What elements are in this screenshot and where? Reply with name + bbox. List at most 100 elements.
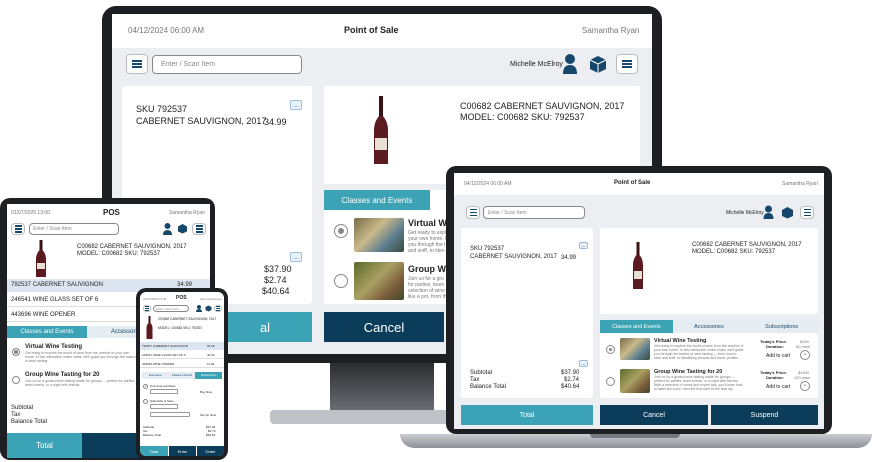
line-item[interactable]: 443696 WINE OPENER 11.99 <box>140 360 224 368</box>
total-button[interactable]: Total <box>461 405 593 425</box>
datetime: 01/07/2025 13:00 <box>11 210 50 216</box>
line-item[interactable]: 246541 WINE GLASS SET OF 6 44.99 <box>140 351 224 359</box>
menu-icon[interactable] <box>126 54 148 74</box>
product-tabs: Classes and Events Accessories Subscript… <box>600 320 819 333</box>
product-title: C00682 CABERNET SAUVIGNON, 2017 <box>692 242 802 248</box>
one-time-select[interactable] <box>150 389 178 394</box>
cancel-button[interactable]: Cancel <box>600 405 708 425</box>
cancel-button[interactable]: Cancel <box>324 312 444 342</box>
package-icon[interactable] <box>588 54 608 74</box>
product-tabs: Extensions Classes & Events Subscription… <box>142 372 223 379</box>
totals-more-button[interactable]: ... <box>579 360 588 367</box>
event2-radio[interactable] <box>606 377 615 386</box>
event1-radio[interactable] <box>334 224 348 238</box>
customer-icon[interactable] <box>763 205 774 220</box>
line-item-price: 11.99 <box>207 362 215 366</box>
item-more-button[interactable]: ... <box>290 100 302 110</box>
tab-extensions[interactable]: Extensions <box>142 372 169 379</box>
subscribe-select[interactable] <box>150 404 178 409</box>
event1-cart-arrow-icon[interactable]: › <box>800 350 810 360</box>
order-button[interactable]: Order <box>196 446 224 456</box>
event1-duration: 60 mins <box>796 344 811 349</box>
event2-add-to-cart[interactable]: Add to cart <box>766 384 790 390</box>
event1-radio[interactable] <box>606 345 615 354</box>
tab-subscriptions[interactable]: Subscriptions <box>745 320 819 333</box>
event2-title: Group Wine Tasting for 20 <box>25 372 100 378</box>
subscribe-select-2[interactable] <box>150 412 190 417</box>
customer-icon[interactable] <box>196 305 202 312</box>
balance-label: Balance Total <box>470 384 506 390</box>
package-icon[interactable] <box>205 305 212 312</box>
menu-icon[interactable] <box>11 223 25 235</box>
event2-desc: Join us for a guided wine tasting made f… <box>25 379 136 387</box>
tax-value: $2.74 <box>564 377 580 383</box>
line-item-price: 34.99 <box>207 344 215 348</box>
event1-image <box>620 338 650 360</box>
event2-radio[interactable] <box>334 274 348 288</box>
monitor-stand <box>330 363 434 413</box>
suspend-button[interactable]: Suspend <box>711 405 818 425</box>
item-price: 34.99 <box>561 255 577 261</box>
product-model: MODEL: C00682 SKU: 792537 <box>158 326 203 330</box>
set-up-now-link[interactable]: Set Up Now <box>200 413 216 417</box>
tab-classes[interactable]: Classes and Events <box>7 326 87 338</box>
product-title: C00682 CABERNET SAUVIGNON, 2017 <box>460 101 625 111</box>
one-time-label: One-time purchase <box>150 384 176 388</box>
customer-icon[interactable] <box>562 53 578 75</box>
event2-cart-arrow-icon[interactable]: › <box>800 381 810 391</box>
event1-duration-label: Duration: <box>766 344 784 349</box>
search-input[interactable]: Enter / Scan Item <box>29 223 119 235</box>
tab-accessories[interactable]: Accessories <box>672 320 746 333</box>
enter-button[interactable]: Enter <box>168 446 196 456</box>
one-time-radio[interactable] <box>143 384 148 389</box>
page-title: Point of Sale <box>614 180 651 186</box>
laptop-header: 04/12/2024 06:00 AM Point of Sale Samant… <box>454 173 824 195</box>
package-icon[interactable] <box>781 206 794 219</box>
customer-name: Michelle McElroy <box>510 61 563 68</box>
item-more-button[interactable]: ... <box>579 242 588 249</box>
total-button[interactable]: Total <box>7 433 82 458</box>
tab-subscriptions[interactable]: Subscriptions <box>195 372 223 379</box>
event2-image <box>620 369 650 393</box>
search-input[interactable]: Enter / Scan Item <box>483 206 585 219</box>
total-button[interactable]: Total <box>140 446 168 456</box>
event1-desc: Get ready to explore the world of wine f… <box>25 351 136 363</box>
menu-icon-right[interactable] <box>192 223 206 235</box>
tab-classes[interactable]: Classes and Events <box>600 320 673 333</box>
line-item-name: 246541 WINE GLASS SET OF 6 <box>11 297 99 303</box>
buy-now-link[interactable]: Buy Now <box>200 390 212 394</box>
item-sku: SKU 792537 <box>470 246 505 252</box>
tax-label: Tax <box>470 377 480 383</box>
line-item[interactable]: 792537 CABERNET SAUVIGNON 34.99 <box>140 342 224 350</box>
package-icon[interactable] <box>177 223 188 234</box>
customer-icon[interactable] <box>163 223 172 235</box>
tab-classes[interactable]: Classes & Events <box>168 372 196 379</box>
search-input[interactable]: Enter / Scan Item <box>153 305 189 312</box>
event1-image <box>354 218 404 252</box>
event2-radio[interactable] <box>12 376 20 384</box>
page-title: POS <box>103 208 120 217</box>
event2-duration-label: Duration: <box>766 375 784 380</box>
item-sku: SKU 792537 <box>136 104 188 114</box>
event1-add-to-cart[interactable]: Add to cart <box>766 353 790 359</box>
event1-desc: Get ready to expl your own home. I you t… <box>408 230 447 254</box>
subscribe-radio[interactable] <box>143 399 148 404</box>
menu-icon-right[interactable] <box>800 206 814 219</box>
wine-bottle-image <box>36 240 46 277</box>
menu-icon-right[interactable] <box>214 305 222 312</box>
user-name: Samantha Ryan <box>582 26 640 35</box>
menu-icon[interactable] <box>466 206 480 219</box>
product-model: MODEL: C00682 SKU: 792537 <box>460 112 585 122</box>
event2-desc: Join us for a gro for parties, team sele… <box>408 276 447 300</box>
tab-classes[interactable]: Classes and Events <box>324 190 430 210</box>
subtotal-value: $37.90 <box>561 370 580 376</box>
product-model: MODEL: C00682 SKU: 792537 <box>77 251 161 257</box>
search-input[interactable]: Enter / Scan Item <box>152 55 302 74</box>
menu-icon[interactable] <box>143 305 151 312</box>
tax-label: Tax <box>11 412 21 418</box>
totals-more-button[interactable]: ... <box>290 252 302 262</box>
user-name: Samantha Ryan <box>200 297 222 301</box>
menu-icon-right[interactable] <box>616 54 638 74</box>
line-item-name: 792537 CABERNET SAUVIGNON <box>142 344 188 348</box>
event1-radio[interactable] <box>12 348 20 356</box>
